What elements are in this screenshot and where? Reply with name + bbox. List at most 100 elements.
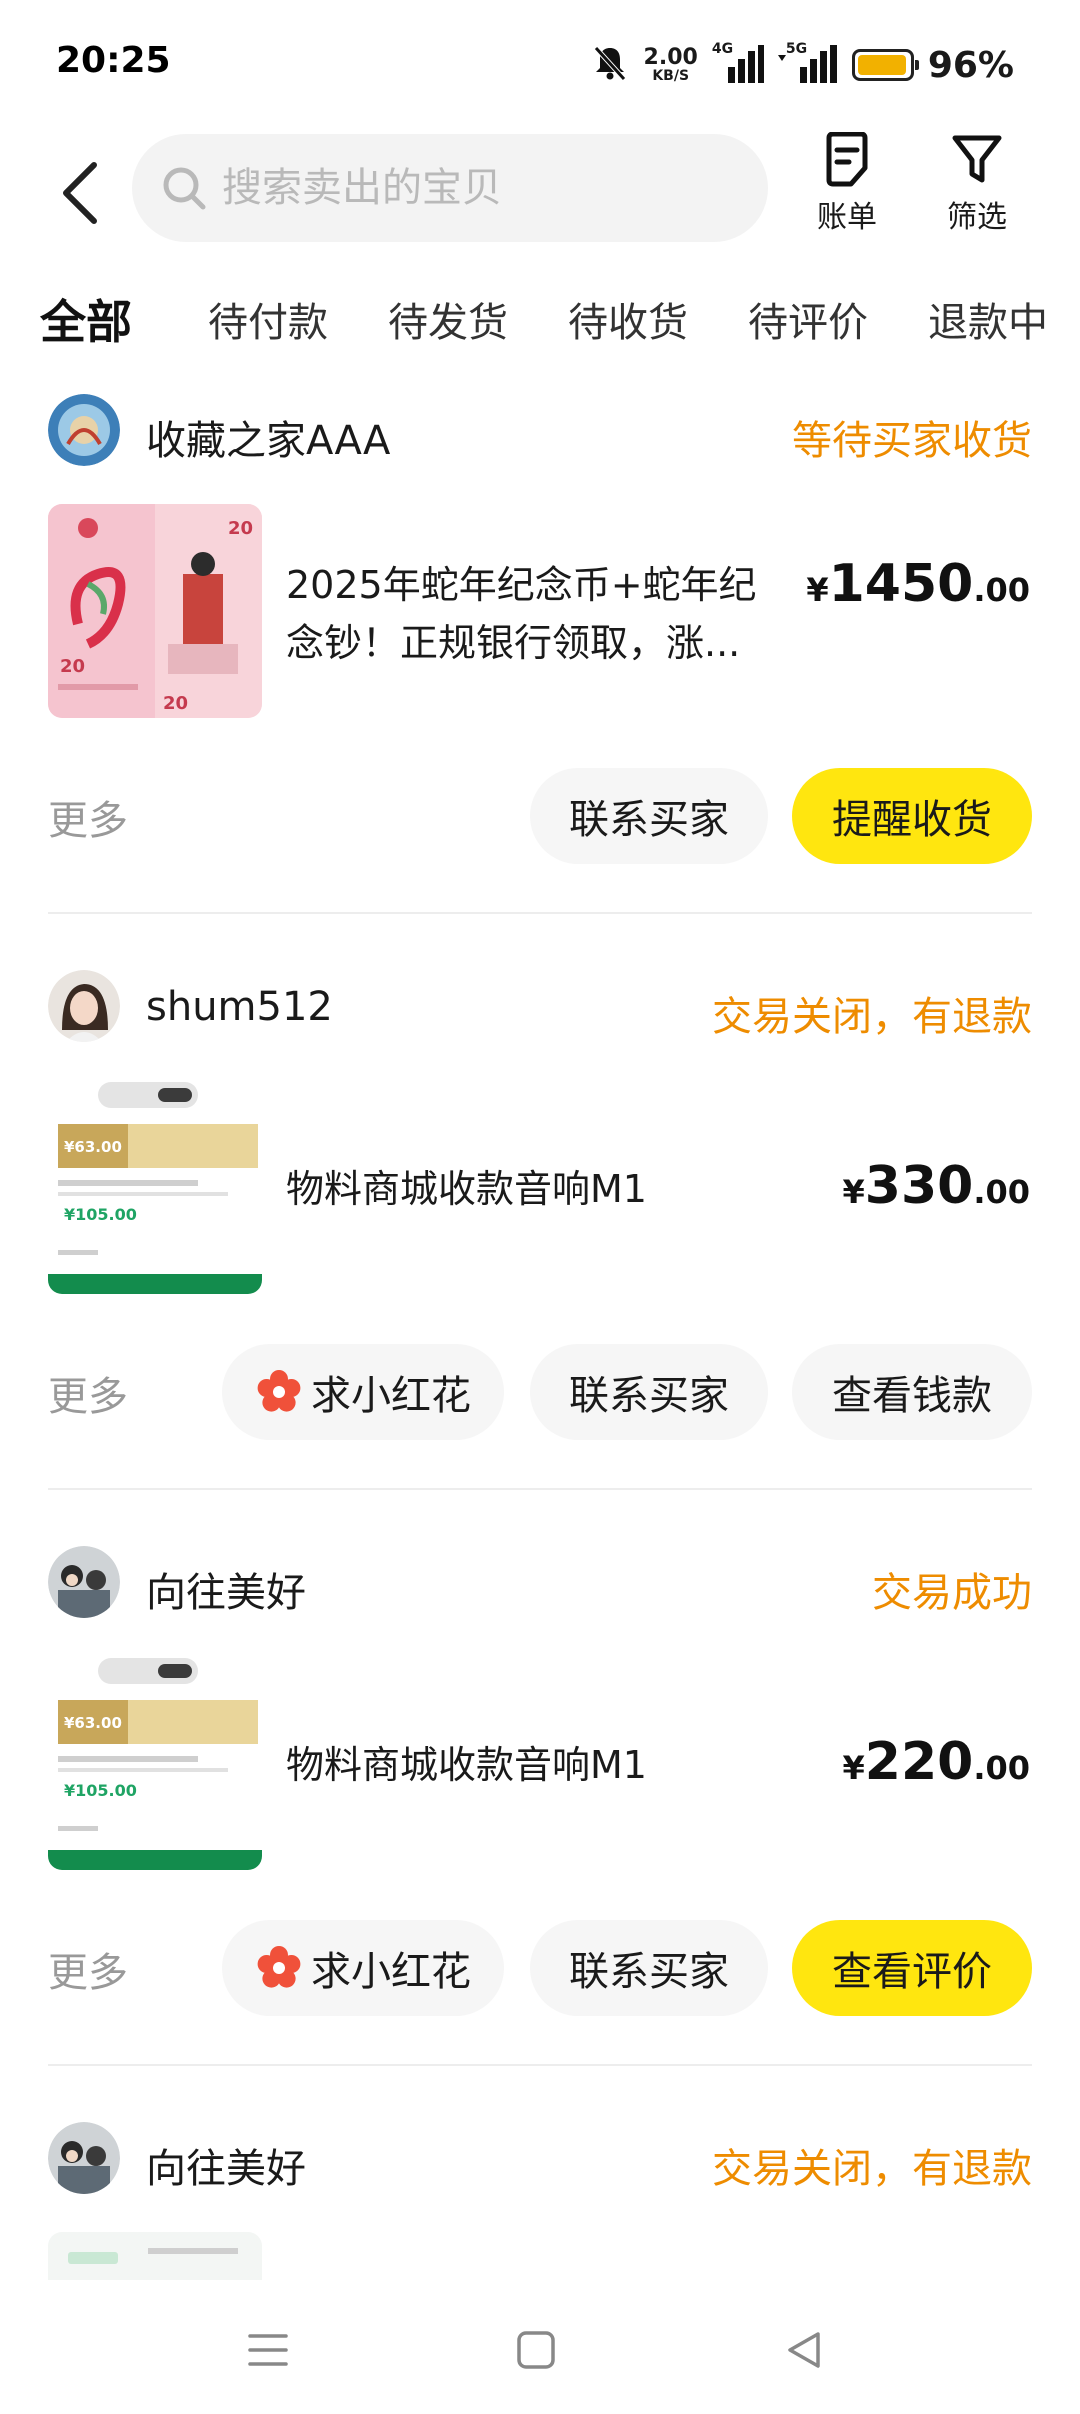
seller-row: 向往美好 交易成功 [48, 1546, 1032, 1618]
product-price: ¥1450.00 [806, 554, 1030, 614]
tab-pending-receipt[interactable]: 待收货 [568, 290, 688, 348]
ask-flower-button[interactable]: 求小红花 [222, 1344, 504, 1440]
status-bar: 20:25 2.00 KB/S 4G 5G 96% [0, 0, 1080, 130]
filter-button[interactable]: 筛选 [932, 132, 1022, 242]
network-speed-unit: KB/S [652, 68, 690, 84]
contact-buyer-button[interactable]: 联系买家 [530, 1920, 768, 2016]
price-decimal: .00 [973, 1173, 1030, 1211]
red-flower-icon [257, 1946, 301, 1988]
seller-name[interactable]: 收藏之家AAA [146, 408, 390, 466]
menu-icon [248, 2334, 288, 2366]
view-review-button[interactable]: 查看评价 [792, 1920, 1032, 2016]
seller-name[interactable]: shum512 [146, 984, 333, 1030]
search-icon [163, 167, 206, 210]
seller-avatar[interactable] [48, 394, 120, 466]
search-input[interactable] [222, 165, 742, 211]
tab-pending-shipment[interactable]: 待发货 [388, 290, 508, 348]
system-nav-bar [0, 2280, 1080, 2414]
network-speed: 2.00 KB/S [643, 45, 698, 84]
mute-bell-icon [590, 43, 630, 87]
more-button[interactable]: 更多 [48, 1364, 128, 1422]
price-currency: ¥ [806, 571, 829, 609]
home-nav-button[interactable] [496, 2310, 576, 2390]
signal-5g-label: 5G [785, 41, 808, 57]
seller-avatar[interactable] [48, 970, 120, 1042]
contact-buyer-button[interactable]: 联系买家 [530, 768, 768, 864]
thumb-text: 20 [228, 518, 253, 539]
network-speed-value: 2.00 [643, 45, 698, 70]
price-integer: 1450 [828, 554, 974, 614]
status-time: 20:25 [56, 40, 171, 81]
product-thumbnail[interactable] [48, 2232, 262, 2280]
tab-all[interactable]: 全部 [38, 286, 134, 352]
price-decimal: .00 [973, 571, 1030, 609]
contact-buyer-button[interactable]: 联系买家 [530, 1344, 768, 1440]
price-currency: ¥ [842, 1749, 865, 1787]
battery-icon [851, 49, 919, 81]
divider [48, 1488, 1032, 1490]
signal-5g: 5G [777, 41, 838, 85]
seller-row: 向往美好 交易关闭，有退款 [48, 2122, 1032, 2194]
thumb-price-top: ¥63.00 [64, 1138, 122, 1156]
order-status: 交易关闭，有退款 [712, 2146, 1032, 2192]
order-tabs: 全部 待付款 待发货 待收货 待评价 退款中 [0, 270, 1080, 370]
seller-avatar[interactable] [48, 1546, 120, 1618]
thumb-price-bottom: ¥105.00 [64, 1781, 137, 1800]
view-payment-button[interactable]: 查看钱款 [792, 1344, 1032, 1440]
product-thumbnail[interactable]: 20 20 20 [48, 504, 262, 718]
sold-items-page: 20:25 2.00 KB/S 4G 5G 96% 搜索卖出的宝贝 账单 筛选 … [0, 0, 1080, 2414]
product-price: ¥220.00 [843, 1732, 1031, 1792]
seller-name[interactable]: 向往美好 [146, 1560, 306, 1618]
product-title[interactable]: 2025年蛇年纪念币+蛇年纪念钞！正规银行领取，涨... [286, 556, 786, 672]
thumb-price-bottom: ¥105.00 [64, 1205, 137, 1224]
seller-row: 收藏之家AAA 等待买家收货 [48, 394, 1032, 466]
order-status: 等待买家收货 [792, 418, 1032, 464]
tab-refunding[interactable]: 退款中 [928, 290, 1048, 348]
signal-4g: 4G [712, 41, 764, 85]
search-box[interactable] [132, 134, 768, 242]
product-title[interactable]: 物料商城收款音响M1 [286, 1736, 786, 1794]
menu-nav-button[interactable] [228, 2310, 308, 2390]
back-nav-button[interactable] [764, 2310, 844, 2390]
header: 账单 筛选 [0, 130, 1080, 260]
remind-receipt-button[interactable]: 提醒收货 [792, 768, 1032, 864]
battery-fill [857, 55, 906, 75]
ask-flower-label: 求小红花 [311, 1949, 471, 1995]
tab-pending-review[interactable]: 待评价 [748, 290, 868, 348]
thumb-price-top: ¥63.00 [64, 1714, 122, 1732]
square-home-icon [517, 2331, 555, 2369]
back-button[interactable] [50, 158, 110, 228]
bill-icon [826, 132, 868, 187]
more-button[interactable]: 更多 [48, 1940, 128, 1998]
chevron-left-icon [63, 162, 97, 224]
ask-flower-label: 求小红花 [311, 1373, 471, 1419]
triangle-back-icon [788, 2332, 820, 2368]
order-status: 交易成功 [872, 1570, 1032, 1616]
battery-percent: 96% [927, 44, 1014, 86]
funnel-icon [952, 135, 1002, 183]
thumb-text: 20 [163, 693, 188, 714]
tab-all-label: 全部 [40, 295, 132, 349]
tab-pending-payment[interactable]: 待付款 [208, 290, 328, 348]
product-title[interactable]: 物料商城收款音响M1 [286, 1160, 786, 1218]
signal-4g-label: 4G [711, 41, 734, 57]
price-integer: 220 [864, 1732, 974, 1792]
filter-label: 筛选 [947, 200, 1007, 235]
seller-avatar[interactable] [48, 2122, 120, 2194]
red-flower-icon [257, 1370, 301, 1412]
divider [48, 912, 1032, 914]
divider [48, 2064, 1032, 2066]
thumb-text: 20 [60, 656, 85, 677]
bill-button[interactable]: 账单 [802, 132, 892, 242]
price-currency: ¥ [842, 1173, 865, 1211]
product-thumbnail[interactable]: ¥63.00 ¥105.00 [48, 1080, 262, 1294]
status-indicators: 2.00 KB/S 4G 5G 96% [590, 40, 1014, 90]
order-status: 交易关闭，有退款 [712, 994, 1032, 1040]
seller-name[interactable]: 向往美好 [146, 2136, 306, 2194]
product-price: ¥330.00 [843, 1156, 1031, 1216]
price-decimal: .00 [973, 1749, 1030, 1787]
price-integer: 330 [864, 1156, 974, 1216]
more-button[interactable]: 更多 [48, 788, 128, 846]
ask-flower-button[interactable]: 求小红花 [222, 1920, 504, 2016]
product-thumbnail[interactable]: ¥63.00 ¥105.00 [48, 1656, 262, 1870]
